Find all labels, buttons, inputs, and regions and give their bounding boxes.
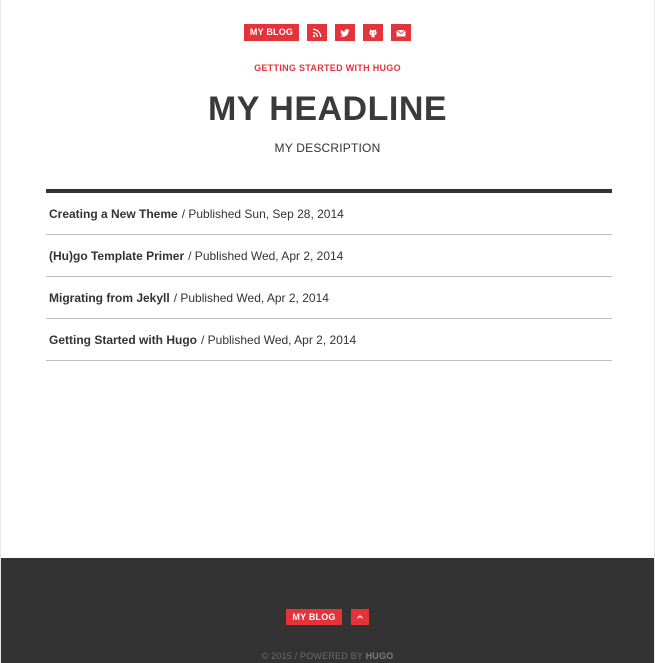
twitter-button[interactable] xyxy=(335,24,356,41)
envelope-icon xyxy=(396,29,406,36)
top-nav: MY BLOG xyxy=(1,24,654,41)
post-meta: / Published Wed, Apr 2, 2014 xyxy=(188,248,344,263)
list-item: Migrating from Jekyll / Published Wed, A… xyxy=(46,277,612,319)
chevron-up-icon xyxy=(356,615,363,619)
twitter-icon xyxy=(340,28,350,37)
github-button[interactable] xyxy=(363,24,384,41)
footer-nav: MY BLOG xyxy=(1,609,654,625)
post-title-link[interactable]: (Hu)go Template Primer xyxy=(49,249,184,263)
list-item: Getting Started with Hugo / Published We… xyxy=(46,319,612,361)
post-meta: / Published Wed, Apr 2, 2014 xyxy=(173,290,329,305)
back-to-top-button[interactable] xyxy=(350,609,369,625)
page: MY BLOG GETTING STARTED WITH HUGO MY HEA… xyxy=(0,0,655,663)
footer-copyright: © 2015 / POWERED BY HUGO xyxy=(1,651,654,661)
powered-by-link[interactable]: HUGO xyxy=(366,651,394,661)
list-item: (Hu)go Template Primer / Published Wed, … xyxy=(46,235,612,277)
email-button[interactable] xyxy=(391,24,412,41)
my-blog-button[interactable]: MY BLOG xyxy=(243,24,300,41)
post-title-link[interactable]: Getting Started with Hugo xyxy=(49,333,197,347)
site-kicker: GETTING STARTED WITH HUGO xyxy=(254,63,401,73)
site-footer: MY BLOG © 2015 / POWERED BY HUGO xyxy=(1,558,654,663)
footer-my-blog-button[interactable]: MY BLOG xyxy=(286,609,342,625)
page-title: MY HEADLINE xyxy=(207,90,448,128)
post-meta: / Published Wed, Apr 2, 2014 xyxy=(201,332,357,347)
rss-button[interactable] xyxy=(307,24,328,41)
post-title-link[interactable]: Creating a New Theme xyxy=(49,207,178,221)
post-meta: / Published Sun, Sep 28, 2014 xyxy=(181,206,344,221)
post-list: Creating a New Theme / Published Sun, Se… xyxy=(46,189,612,361)
post-title-link[interactable]: Migrating from Jekyll xyxy=(49,291,170,305)
copyright-text: © 2015 / POWERED BY xyxy=(261,651,363,661)
rss-icon xyxy=(312,28,322,37)
github-icon xyxy=(369,28,377,37)
page-description: MY DESCRIPTION xyxy=(274,141,381,155)
list-item: Creating a New Theme / Published Sun, Se… xyxy=(46,193,612,235)
